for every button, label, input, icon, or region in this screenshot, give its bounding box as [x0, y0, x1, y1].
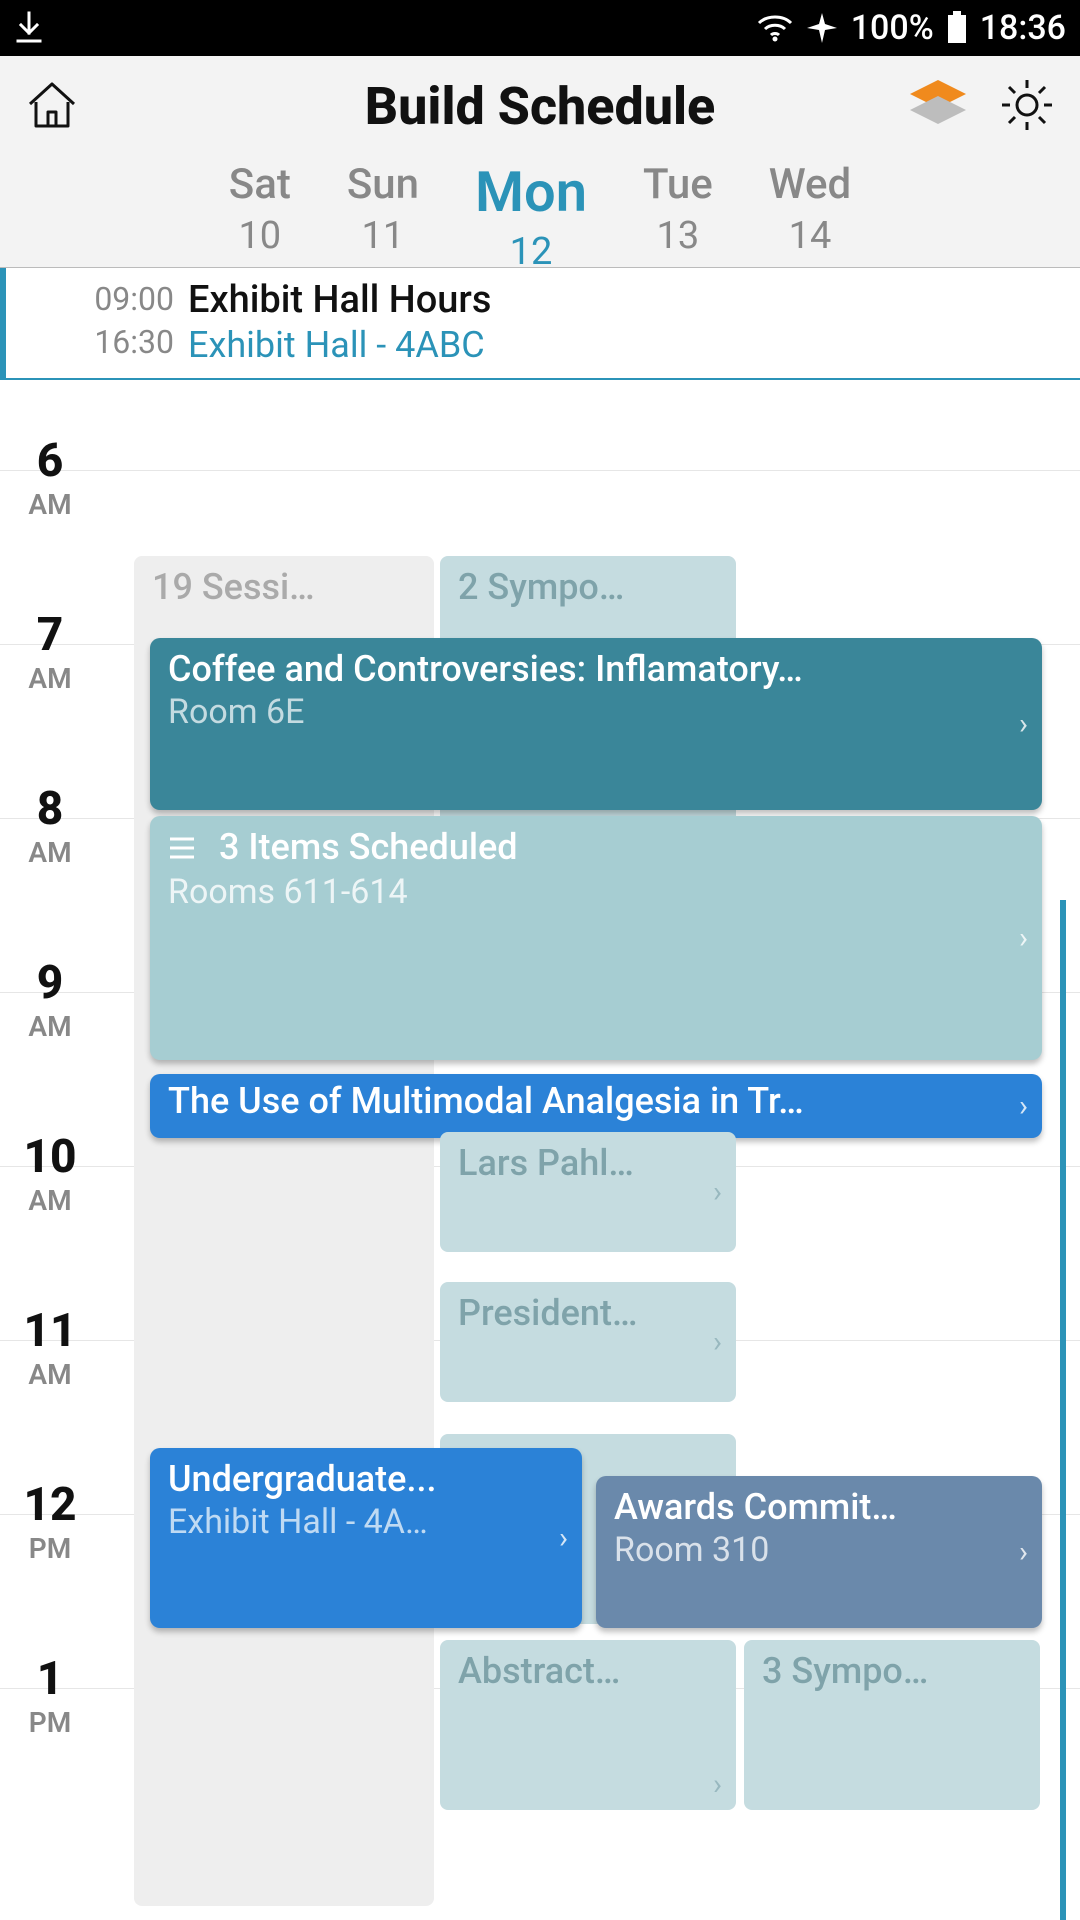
list-icon — [168, 828, 196, 870]
home-button[interactable] — [24, 76, 80, 136]
event-lars-pahl[interactable]: Lars Pahl… › — [440, 1132, 736, 1252]
event-multimodal[interactable]: The Use of Multimodal Analgesia in Tr… › — [150, 1074, 1042, 1138]
chevron-right-icon: › — [713, 1767, 722, 1802]
chevron-right-icon: › — [713, 1175, 722, 1210]
settings-button[interactable] — [1000, 78, 1054, 136]
wifi-icon — [757, 13, 793, 43]
chevron-right-icon: › — [713, 1325, 722, 1360]
event-president[interactable]: President… › — [440, 1282, 736, 1402]
airplane-icon — [805, 11, 839, 45]
app-header: Build Schedule Sat 10 Sun 11 Mon 12 Tue … — [0, 56, 1080, 268]
chevron-right-icon: › — [559, 1521, 568, 1556]
allday-title: Exhibit Hall Hours — [188, 278, 1070, 322]
day-tab-mon[interactable]: Mon 12 — [475, 162, 587, 274]
allday-times: 09:00 16:30 — [16, 278, 188, 364]
event-coffee-controversies[interactable]: Coffee and Controversies: Inflamatory… R… — [150, 638, 1042, 810]
chevron-right-icon: › — [1019, 921, 1028, 956]
day-tab-sat[interactable]: Sat 10 — [229, 162, 291, 274]
chevron-right-icon: › — [1019, 1535, 1028, 1570]
chevron-right-icon: › — [1019, 707, 1028, 742]
event-abstract[interactable]: Abstract… › — [440, 1640, 736, 1810]
chevron-right-icon: › — [1019, 1089, 1028, 1124]
event-three-symposia[interactable]: 3 Sympo… — [744, 1640, 1040, 1810]
status-bar: 100% 18:36 — [0, 0, 1080, 56]
day-tab-tue[interactable]: Tue 13 — [643, 162, 713, 274]
event-undergraduate[interactable]: Undergraduate... Exhibit Hall - 4A… › — [150, 1448, 582, 1628]
timeline[interactable]: 6AM 7AM 8AM 9AM 10AM 11AM 12PM 1PM 19 Se… — [0, 380, 1080, 1920]
layers-button[interactable] — [906, 78, 970, 132]
event-awards-committee[interactable]: Awards Commit… Room 310 › — [596, 1476, 1042, 1628]
page-title: Build Schedule — [365, 76, 715, 137]
download-icon — [14, 11, 44, 45]
day-tab-wed[interactable]: Wed 14 — [769, 162, 852, 274]
battery-icon — [946, 11, 968, 45]
day-tab-sun[interactable]: Sun 11 — [347, 162, 419, 274]
day-tabs: Sat 10 Sun 11 Mon 12 Tue 13 Wed 14 — [0, 156, 1080, 274]
allday-event[interactable]: 09:00 16:30 Exhibit Hall Hours Exhibit H… — [0, 268, 1080, 380]
allday-location: Exhibit Hall - 4ABC — [188, 324, 1070, 366]
battery-percent: 100% — [851, 8, 934, 48]
clock-time: 18:36 — [980, 8, 1066, 48]
event-three-items[interactable]: 3 Items Scheduled Rooms 611-614 › — [150, 816, 1042, 1060]
